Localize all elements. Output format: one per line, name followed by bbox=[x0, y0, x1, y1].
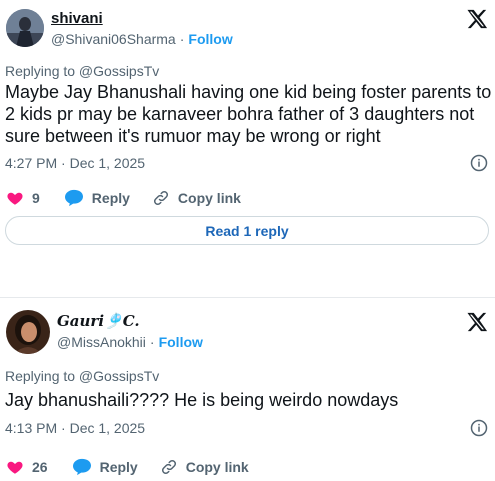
reply-label: Reply bbox=[91, 190, 130, 206]
like-count: 9 bbox=[32, 190, 40, 206]
author-handle[interactable]: @Shivani06Sharma bbox=[51, 31, 176, 47]
link-icon bbox=[161, 459, 176, 475]
copy-link-button[interactable]: Copy link bbox=[160, 458, 249, 476]
info-icon[interactable] bbox=[470, 419, 488, 437]
like-count: 26 bbox=[32, 459, 48, 475]
tweet-card-2: Gauri🎐C. @MissAnokhii · Follow Replying to… bbox=[0, 297, 495, 481]
author-handle-row: @Shivani06Sharma · Follow bbox=[51, 31, 233, 47]
replying-to: Replying to @GossipsTv bbox=[5, 368, 160, 384]
tweet-card-1: shivani @Shivani06Sharma · Follow Replying… bbox=[0, 0, 495, 258]
tweet-actions: 26 Reply Copy link bbox=[6, 458, 271, 476]
tweet-text: Maybe Jay Bhanushali having one kid bein… bbox=[5, 82, 492, 146]
avatar[interactable] bbox=[6, 9, 44, 47]
reply-bubble-icon bbox=[72, 458, 91, 476]
follow-button[interactable]: Follow bbox=[159, 334, 203, 350]
link-icon bbox=[153, 190, 168, 206]
heart-icon bbox=[7, 461, 23, 474]
replying-to: Replying to @GossipsTv bbox=[5, 63, 160, 79]
avatar[interactable] bbox=[6, 310, 50, 354]
card-separator bbox=[0, 258, 495, 297]
author-handle-row: @MissAnokhii · Follow bbox=[57, 334, 203, 350]
reply-label: Reply bbox=[99, 459, 138, 475]
author-name[interactable]: shivani bbox=[51, 10, 103, 27]
author-name[interactable]: Gauri🎐C. bbox=[57, 312, 140, 330]
reply-bubble-icon bbox=[64, 189, 83, 207]
copy-link-button[interactable]: Copy link bbox=[152, 189, 241, 207]
read-replies-button[interactable]: Read 1 reply bbox=[5, 216, 489, 245]
tweet-actions: 9 Reply Copy link bbox=[6, 189, 263, 207]
like-button[interactable]: 26 bbox=[6, 458, 48, 476]
tweet-timestamp[interactable]: 4:27 PM · Dec 1, 2025 bbox=[5, 155, 145, 171]
like-button[interactable]: 9 bbox=[6, 189, 40, 207]
reply-button[interactable]: Reply bbox=[64, 189, 130, 207]
reply-button[interactable]: Reply bbox=[72, 458, 138, 476]
follow-button[interactable]: Follow bbox=[188, 31, 232, 47]
tweet-text: Jay bhanushaili???? He is being weirdo n… bbox=[5, 390, 399, 410]
tweet-timestamp[interactable]: 4:13 PM · Dec 1, 2025 bbox=[5, 420, 145, 436]
x-logo-icon[interactable] bbox=[466, 311, 488, 333]
info-icon[interactable] bbox=[470, 154, 488, 172]
author-handle[interactable]: @MissAnokhii bbox=[57, 334, 146, 350]
x-logo-icon[interactable] bbox=[466, 8, 488, 30]
copy-link-label: Copy link bbox=[177, 190, 241, 206]
copy-link-label: Copy link bbox=[185, 459, 249, 475]
heart-icon bbox=[7, 192, 23, 205]
